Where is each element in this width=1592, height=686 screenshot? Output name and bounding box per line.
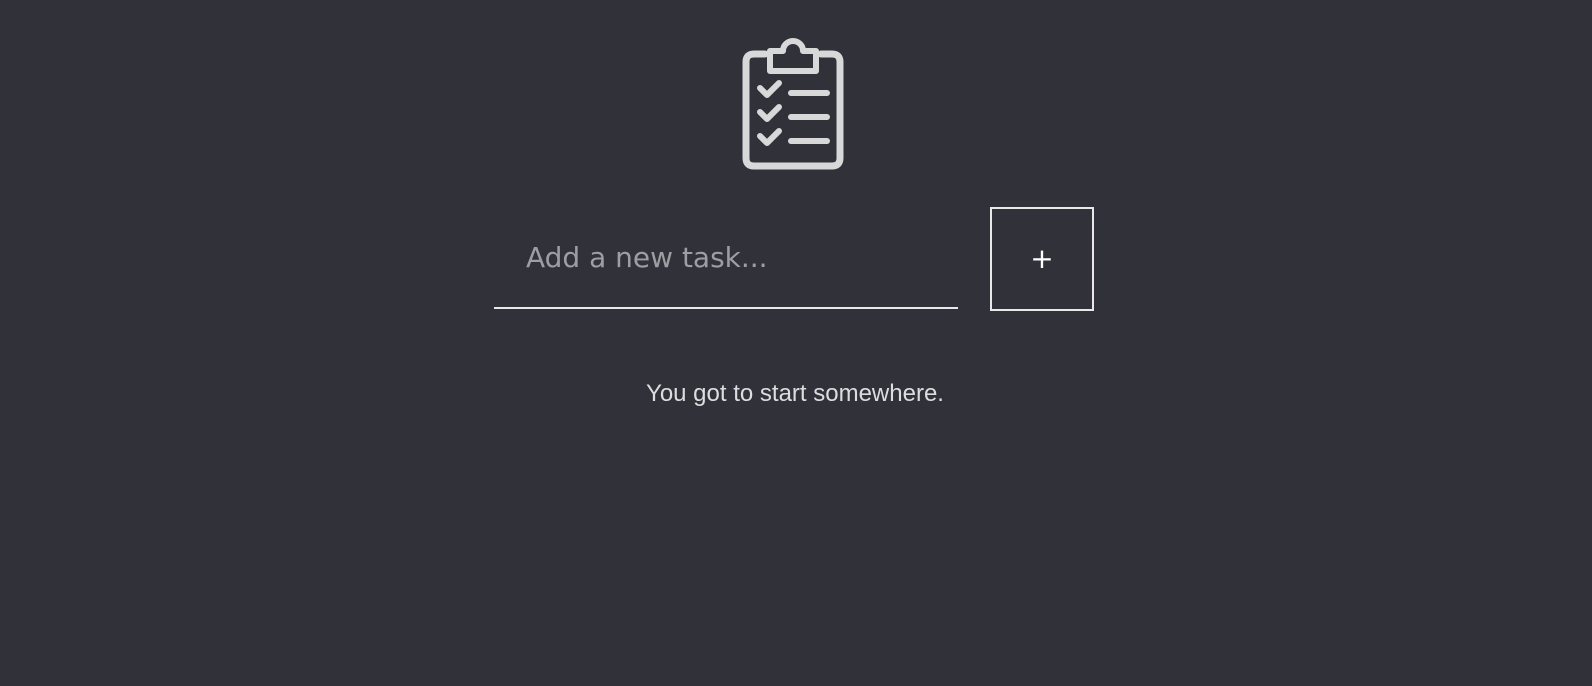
task-input[interactable] — [494, 207, 958, 309]
clipboard-checklist-icon — [741, 38, 845, 170]
add-task-button[interactable]: + — [990, 207, 1094, 311]
add-task-form: + — [494, 207, 1094, 311]
empty-state-message: You got to start somewhere. — [646, 380, 944, 407]
